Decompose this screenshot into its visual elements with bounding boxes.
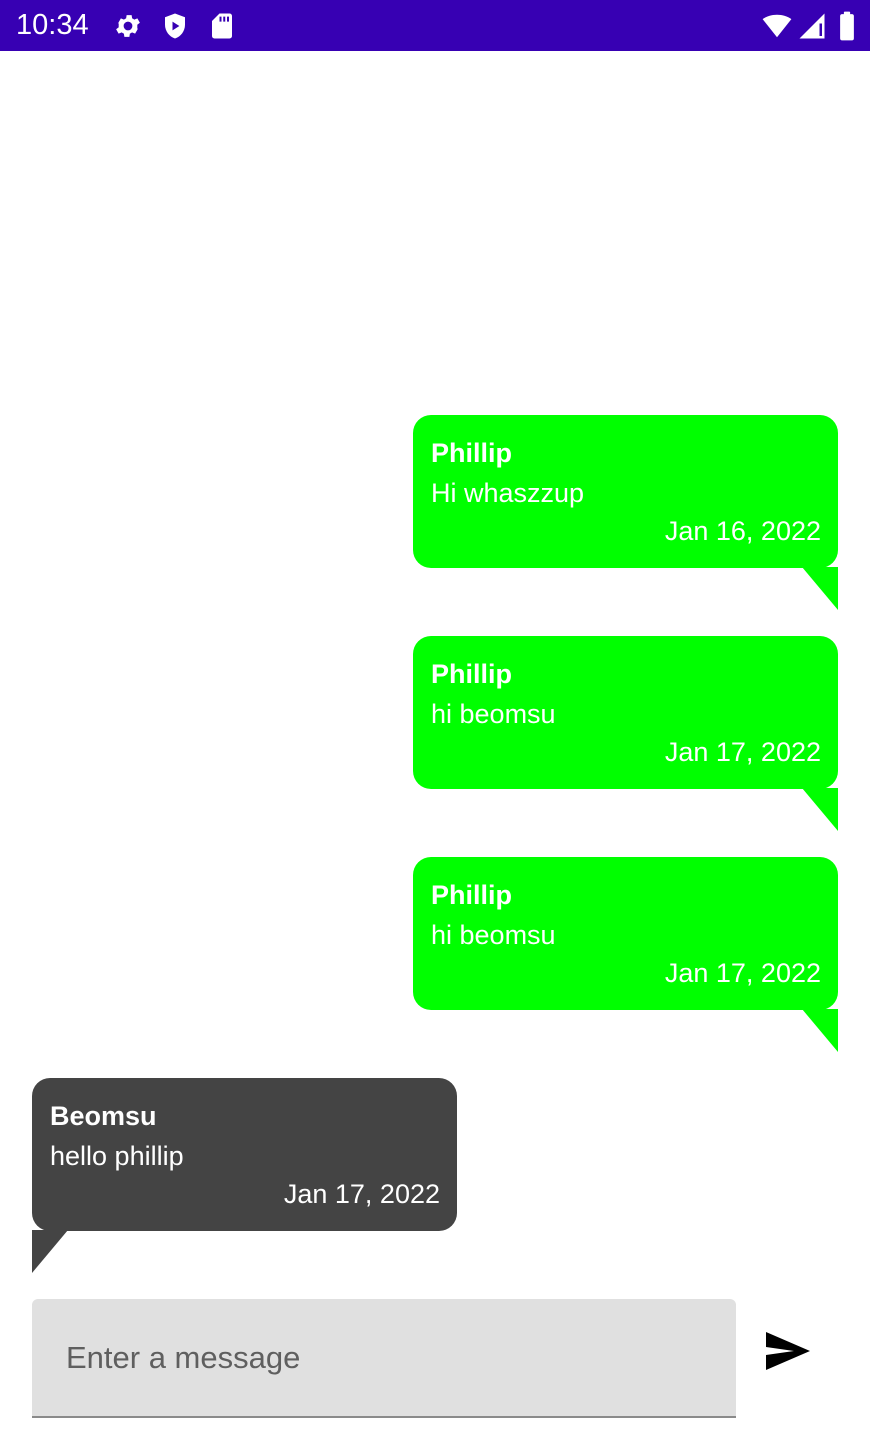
message-text: hi beomsu bbox=[431, 699, 556, 729]
message-text: hello phillip bbox=[50, 1141, 184, 1171]
message-sender: Phillip bbox=[431, 880, 512, 910]
send-button[interactable] bbox=[752, 1318, 824, 1384]
bubble-tail bbox=[802, 567, 838, 610]
message-date: Jan 17, 2022 bbox=[664, 958, 821, 988]
message-date: Jan 17, 2022 bbox=[283, 1179, 440, 1209]
message-bubble[interactable]: Phillip Hi whaszzup Jan 16, 2022 bbox=[413, 415, 838, 610]
message-bubble[interactable]: Beomsu hello phillip Jan 17, 2022 bbox=[32, 1078, 457, 1273]
message-sender: Beomsu bbox=[50, 1101, 157, 1131]
wifi-icon bbox=[760, 11, 794, 41]
message-date: Jan 16, 2022 bbox=[664, 516, 821, 546]
bubble-tail bbox=[802, 1009, 838, 1052]
message-input[interactable] bbox=[32, 1299, 736, 1418]
message-text: Hi whaszzup bbox=[431, 478, 585, 508]
gear-icon bbox=[113, 11, 143, 41]
battery-icon bbox=[836, 11, 858, 41]
message-sender: Phillip bbox=[431, 438, 512, 468]
message-text: hi beomsu bbox=[431, 920, 556, 950]
bubble-tail bbox=[32, 1230, 68, 1273]
status-time: 10:34 bbox=[16, 9, 89, 41]
shield-icon bbox=[160, 11, 190, 41]
bubble-tail bbox=[802, 788, 838, 831]
message-date: Jan 17, 2022 bbox=[664, 737, 821, 767]
message-sender: Phillip bbox=[431, 659, 512, 689]
message-bubble[interactable]: Phillip hi beomsu Jan 17, 2022 bbox=[413, 636, 838, 831]
message-list[interactable]: Phillip Hi whaszzup Jan 16, 2022 Phillip… bbox=[0, 51, 870, 1291]
cell-signal-icon bbox=[797, 11, 827, 41]
send-icon bbox=[766, 1332, 810, 1370]
status-bar: 10:34 bbox=[0, 0, 870, 51]
sd-card-icon bbox=[207, 11, 237, 41]
message-composer bbox=[32, 1299, 736, 1418]
message-bubble[interactable]: Phillip hi beomsu Jan 17, 2022 bbox=[413, 857, 838, 1052]
